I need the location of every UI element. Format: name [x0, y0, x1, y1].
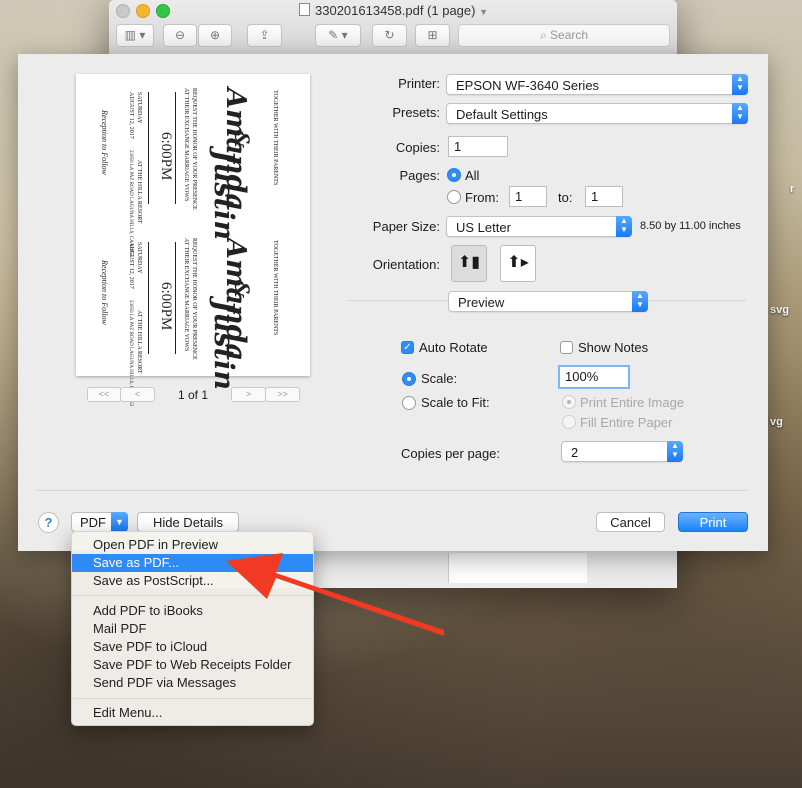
- annotation-arrow: [226, 553, 444, 636]
- arrow-shape: [226, 553, 444, 636]
